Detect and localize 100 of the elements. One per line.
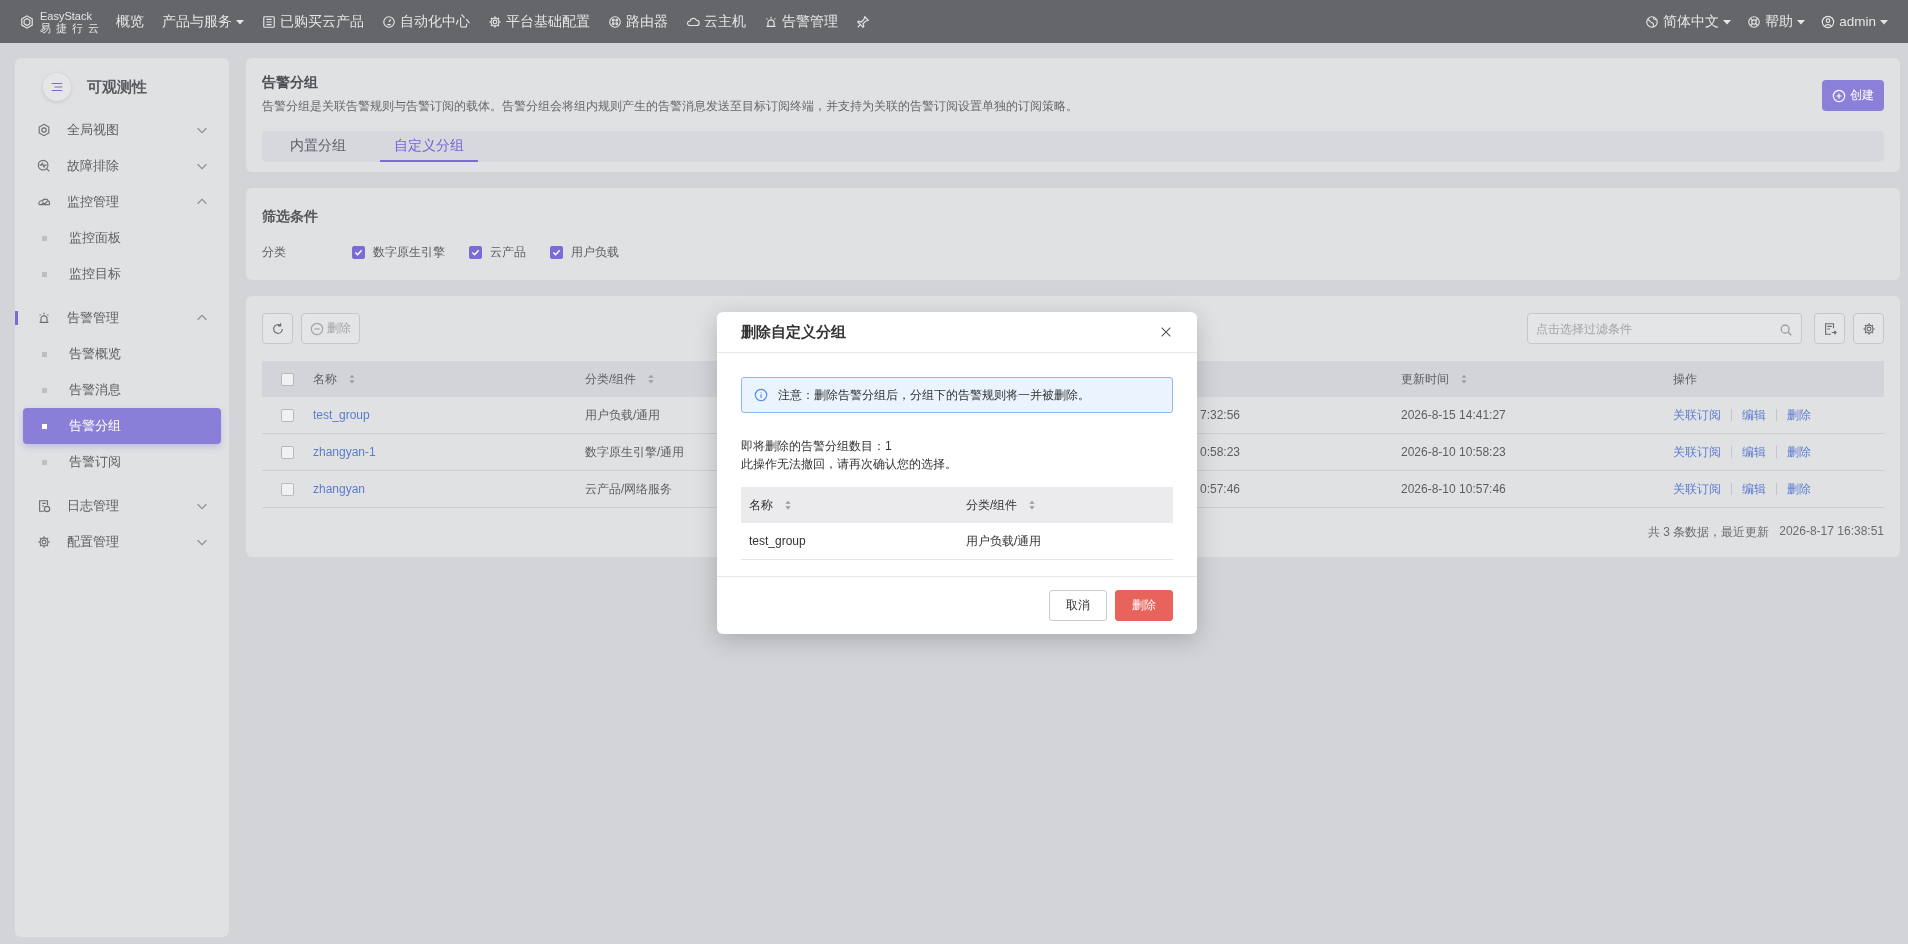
hexagon-logo-icon xyxy=(20,14,34,29)
sidebar-item[interactable]: 配置管理 xyxy=(23,524,221,560)
check-icon xyxy=(552,248,561,257)
last-updated-time: 2026-8-17 16:38:51 xyxy=(1779,524,1884,540)
sidebar-subitem[interactable]: 告警分组 xyxy=(23,408,221,444)
column-header: 分类/组件 xyxy=(585,370,637,388)
sidebar-item[interactable]: 故障排除 xyxy=(23,148,221,184)
pin-button[interactable] xyxy=(856,14,871,29)
plus-circle-icon xyxy=(1832,88,1846,103)
page-description: 告警分组是关联告警规则与告警订阅的载体。告警分组会将组内规则产生的告警消息发送至目标订阅终端，并支持为关联的告警订阅设置单独的订阅策略。 xyxy=(262,98,1079,115)
action-link[interactable]: 关联订阅 xyxy=(1673,443,1721,461)
check-icon xyxy=(354,248,363,257)
column-header: 更新时间 xyxy=(1401,370,1449,388)
checkbox[interactable] xyxy=(469,246,482,259)
nav-item[interactable]: 自动化中心 xyxy=(382,12,471,31)
menu-icon xyxy=(50,80,64,94)
hexagon-icon xyxy=(37,123,51,137)
tab[interactable]: 内置分组 xyxy=(276,131,360,162)
refresh-icon xyxy=(270,321,285,336)
nav-item[interactable]: 概览 xyxy=(116,12,145,31)
checkbox[interactable] xyxy=(281,372,294,386)
sidebar-subitem[interactable]: 告警概览 xyxy=(23,336,221,372)
topbar-menu[interactable]: 帮助 xyxy=(1747,12,1806,31)
page-title: 告警分组 xyxy=(262,74,319,92)
export-button[interactable] xyxy=(1814,313,1845,344)
sidebar-item[interactable]: 监控管理 xyxy=(23,184,221,220)
search-field[interactable]: 点击选择过滤条件 xyxy=(1527,313,1802,344)
action-link[interactable]: 编辑 xyxy=(1742,443,1766,461)
table-cell: 0:57:46 xyxy=(1200,482,1241,496)
action-link[interactable]: 删除 xyxy=(1787,480,1811,498)
nav-item[interactable]: 云主机 xyxy=(686,12,747,31)
checkbox[interactable] xyxy=(550,246,563,259)
group-name-link[interactable]: zhangyan-1 xyxy=(313,445,376,459)
menu-button[interactable] xyxy=(43,73,71,101)
sidebar-subitem[interactable]: 告警消息 xyxy=(23,372,221,408)
check-icon xyxy=(471,248,480,257)
action-link[interactable]: 删除 xyxy=(1787,443,1811,461)
nav-item[interactable]: 已购买云产品 xyxy=(262,12,365,31)
user-icon xyxy=(1821,14,1836,29)
sidebar-subitem[interactable]: 监控目标 xyxy=(23,256,221,292)
active-indicator xyxy=(15,311,18,325)
create-button[interactable]: 创建 xyxy=(1822,80,1884,111)
nav-item[interactable]: 产品与服务 xyxy=(162,12,245,31)
column-header: 操作 xyxy=(1673,370,1697,388)
dialog-text: 即将删除的告警分组数目：1 xyxy=(741,438,893,455)
logo-subtitle: 易 捷 行 云 xyxy=(40,21,101,34)
settings-button[interactable] xyxy=(1853,313,1884,344)
cancel-button[interactable]: 取消 xyxy=(1049,590,1107,621)
action-link[interactable]: 删除 xyxy=(1787,406,1811,424)
sidebar-item[interactable]: 日志管理 xyxy=(23,488,221,524)
column-header: 名称 xyxy=(749,496,773,514)
log-icon xyxy=(37,499,51,513)
gauge-icon xyxy=(382,14,397,29)
checkbox[interactable] xyxy=(281,408,294,422)
sidebar-title: 可观测性 xyxy=(87,77,147,97)
checkbox-label: 云产品 xyxy=(490,244,526,261)
checkbox[interactable] xyxy=(281,445,294,459)
table-cell: 7:32:56 xyxy=(1200,408,1241,422)
group-name-link[interactable]: test_group xyxy=(313,408,370,422)
checkbox[interactable] xyxy=(281,482,294,496)
sidebar-item[interactable]: 告警管理 xyxy=(23,300,221,336)
router-icon xyxy=(608,14,623,29)
topbar-menu[interactable]: admin xyxy=(1821,12,1888,31)
table-cell-text: 用户负载/通用 xyxy=(966,532,1043,550)
settings-icon xyxy=(488,14,503,29)
close-button[interactable] xyxy=(1159,325,1173,339)
sidebar-item[interactable]: 全局视图 xyxy=(23,112,221,148)
dialog-title: 删除自定义分组 xyxy=(741,322,847,342)
lifebuoy-icon xyxy=(1747,14,1762,29)
column-header: 名称 xyxy=(313,370,337,388)
tab[interactable]: 自定义分组 xyxy=(380,131,478,162)
dialog-text: 此操作无法撤回，请再次确认您的选择。 xyxy=(741,456,958,473)
column-header: 分类/组件 xyxy=(966,496,1018,514)
table-cell: 数字原生引擎/通用 xyxy=(585,443,685,461)
action-link[interactable]: 编辑 xyxy=(1742,480,1766,498)
table-cell: 0:58:23 xyxy=(1200,445,1241,459)
topbar-menu[interactable]: 简体中文 xyxy=(1645,12,1732,31)
table-summary: 共 3 条数据，最近更新 xyxy=(1647,524,1770,541)
table-cell: 2026-8-10 10:57:46 xyxy=(1401,482,1506,496)
table-cell: 用户负载/通用 xyxy=(585,406,661,424)
action-link[interactable]: 关联订阅 xyxy=(1673,480,1721,498)
filter-title: 筛选条件 xyxy=(262,208,319,226)
action-link[interactable]: 关联订阅 xyxy=(1673,406,1721,424)
nav-item[interactable]: 告警管理 xyxy=(764,12,839,31)
logo-text: EasyStack xyxy=(40,9,93,22)
nav-item[interactable]: 平台基础配置 xyxy=(488,12,591,31)
search-icon xyxy=(1779,323,1793,337)
action-link[interactable]: 编辑 xyxy=(1742,406,1766,424)
settings-icon xyxy=(37,535,51,549)
refresh-button[interactable] xyxy=(262,313,293,344)
sidebar-subitem[interactable]: 告警订阅 xyxy=(23,444,221,480)
minus-circle-icon xyxy=(310,321,324,336)
export-icon xyxy=(1822,321,1837,336)
table-cell-text: test_group xyxy=(749,534,807,548)
group-name-link[interactable]: zhangyan xyxy=(313,482,366,496)
checkbox[interactable] xyxy=(352,246,365,259)
sidebar-subitem[interactable]: 监控面板 xyxy=(23,220,221,256)
nav-item[interactable]: 路由器 xyxy=(608,12,669,31)
settings-icon xyxy=(1861,321,1876,336)
delete-button[interactable]: 删除 xyxy=(1115,590,1173,621)
